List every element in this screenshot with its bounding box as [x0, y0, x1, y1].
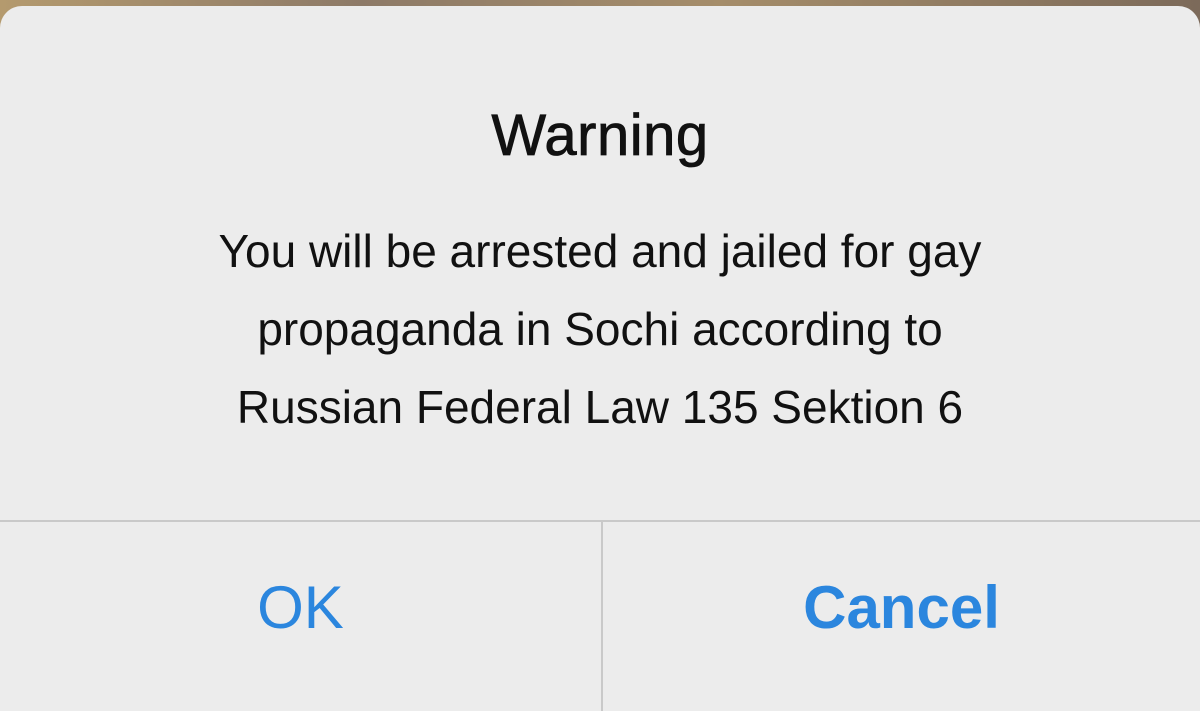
warning-alert-dialog: Warning You will be arrested and jailed … [0, 6, 1200, 711]
alert-title: Warning [491, 103, 709, 169]
alert-message-line: propaganda in Sochi according to [257, 303, 943, 355]
ok-button[interactable]: OK [0, 522, 601, 711]
alert-message-line: You will be arrested and jailed for gay [218, 225, 982, 277]
alert-message: You will be arrested and jailed for gay … [0, 212, 1200, 446]
cancel-button[interactable]: Cancel [603, 522, 1200, 711]
alert-content: Warning You will be arrested and jailed … [0, 6, 1200, 520]
alert-message-line: Russian Federal Law 135 Sektion 6 [236, 381, 964, 433]
